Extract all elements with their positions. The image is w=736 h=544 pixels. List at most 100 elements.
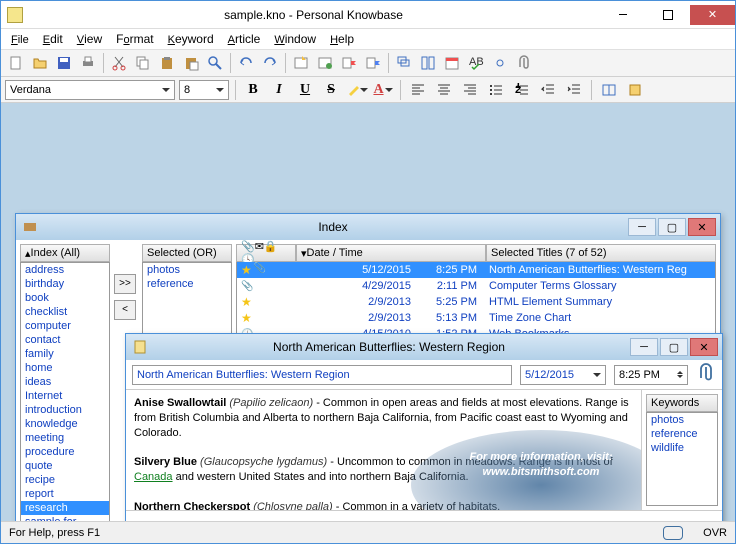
index-all-list[interactable]: addressbirthdaybookchecklistcomputercont…	[20, 262, 110, 521]
date-col-header[interactable]: ▾ Date / Time	[296, 244, 486, 262]
italic-button[interactable]: I	[268, 79, 290, 101]
menu-file[interactable]: File	[5, 30, 35, 48]
keyword-item[interactable]: ideas	[21, 375, 109, 389]
icon-col-header[interactable]: 📎✉🔒🕓	[236, 244, 296, 262]
insert-table-button[interactable]	[598, 79, 620, 101]
apply-keyword-icon[interactable]	[338, 52, 360, 74]
index-maximize-button[interactable]: ▢	[658, 218, 686, 236]
menu-window[interactable]: Window	[268, 30, 322, 48]
index-all-header[interactable]: ▴ Index (All)	[20, 244, 110, 262]
tile-icon[interactable]	[417, 52, 439, 74]
remove-keyword-button[interactable]: <	[114, 300, 136, 320]
index-titlebar[interactable]: Index ─ ▢ ✕	[16, 214, 720, 240]
article-keyword-item[interactable]: photos	[647, 413, 717, 427]
minimize-button[interactable]	[600, 5, 645, 25]
menu-format[interactable]: Format	[110, 30, 159, 48]
font-color-button[interactable]: A	[372, 79, 394, 101]
article-time-field[interactable]: 8:25 PM	[614, 365, 688, 385]
font-selector[interactable]: Verdana	[5, 80, 175, 100]
keyword-item[interactable]: book	[21, 291, 109, 305]
attach-icon[interactable]	[513, 52, 535, 74]
add-keyword-button[interactable]: >>	[114, 274, 136, 294]
insert-object-button[interactable]	[624, 79, 646, 101]
article-keyword-item[interactable]: wildlife	[647, 441, 717, 455]
align-right-button[interactable]	[459, 79, 481, 101]
menu-help[interactable]: Help	[324, 30, 360, 48]
highlight-button[interactable]	[346, 79, 368, 101]
article-date-field[interactable]: 5/12/2015	[520, 365, 606, 385]
index-minimize-button[interactable]: ─	[628, 218, 656, 236]
keyword-item[interactable]: introduction	[21, 403, 109, 417]
article-close-button[interactable]: ✕	[690, 338, 718, 356]
keyword-item[interactable]: home	[21, 361, 109, 375]
article-row[interactable]: ★2/9/20135:13 PMTime Zone Chart	[237, 310, 715, 326]
article-keyword-item[interactable]: reference	[647, 427, 717, 441]
keyword-item[interactable]: birthday	[21, 277, 109, 291]
attachment-icon[interactable]	[696, 363, 716, 386]
indent-button[interactable]	[563, 79, 585, 101]
title-col-header[interactable]: Selected Titles (7 of 52)	[486, 244, 716, 262]
keyword-item[interactable]: contact	[21, 333, 109, 347]
article-body[interactable]: Anise Swallowtail (Papilio zelicaon) - C…	[126, 390, 642, 510]
spell-icon[interactable]: ABC	[465, 52, 487, 74]
paste-icon[interactable]	[156, 52, 178, 74]
selected-keyword-item[interactable]: reference	[143, 277, 231, 291]
save-icon[interactable]	[53, 52, 75, 74]
link-icon[interactable]	[489, 52, 511, 74]
maximize-button[interactable]	[645, 5, 690, 25]
article-props-icon[interactable]	[314, 52, 336, 74]
article-titlebar[interactable]: North American Butterflies: Western Regi…	[126, 334, 722, 360]
paste-special-icon[interactable]	[180, 52, 202, 74]
menu-view[interactable]: View	[71, 30, 108, 48]
print-icon[interactable]	[77, 52, 99, 74]
menu-keyword[interactable]: Keyword	[162, 30, 220, 48]
font-size-selector[interactable]: 8	[179, 80, 229, 100]
align-left-button[interactable]	[407, 79, 429, 101]
keyword-item[interactable]: computer	[21, 319, 109, 333]
bullets-button[interactable]	[485, 79, 507, 101]
keyword-item[interactable]: report	[21, 487, 109, 501]
selected-keyword-item[interactable]: photos	[143, 263, 231, 277]
close-button[interactable]	[690, 5, 735, 25]
article-row[interactable]: 📎4/29/20152:11 PMComputer Terms Glossary	[237, 278, 715, 294]
cascade-icon[interactable]	[393, 52, 415, 74]
bold-button[interactable]: B	[242, 79, 264, 101]
keyword-item[interactable]: checklist	[21, 305, 109, 319]
keyword-item[interactable]: quote	[21, 459, 109, 473]
keyword-item[interactable]: family	[21, 347, 109, 361]
keyword-item[interactable]: meeting	[21, 431, 109, 445]
article-minimize-button[interactable]: ─	[630, 338, 658, 356]
article-row[interactable]: ★2/9/20135:25 PMHTML Element Summary	[237, 294, 715, 310]
date-icon[interactable]	[441, 52, 463, 74]
undo-icon[interactable]	[235, 52, 257, 74]
new-article-icon[interactable]	[290, 52, 312, 74]
menu-edit[interactable]: Edit	[37, 30, 69, 48]
new-icon[interactable]	[5, 52, 27, 74]
menu-article[interactable]: Article	[222, 30, 267, 48]
keyword-item[interactable]: recipe	[21, 473, 109, 487]
find-icon[interactable]	[204, 52, 226, 74]
keyword-item[interactable]: sample for	[21, 515, 109, 521]
article-keywords-list[interactable]: photosreferencewildlife	[646, 412, 718, 506]
article-row[interactable]: ★📎5/12/20158:25 PMNorth American Butterf…	[237, 262, 715, 278]
selected-header[interactable]: Selected (OR)	[142, 244, 232, 262]
open-icon[interactable]	[29, 52, 51, 74]
keyword-item[interactable]: research	[21, 501, 109, 515]
cut-icon[interactable]	[108, 52, 130, 74]
redo-icon[interactable]	[259, 52, 281, 74]
keyword-item[interactable]: knowledge	[21, 417, 109, 431]
outdent-button[interactable]	[537, 79, 559, 101]
align-center-button[interactable]	[433, 79, 455, 101]
remove-keyword-icon[interactable]	[362, 52, 384, 74]
article-maximize-button[interactable]: ▢	[660, 338, 688, 356]
strike-button[interactable]: S	[320, 79, 342, 101]
keyword-item[interactable]: address	[21, 263, 109, 277]
numbering-button[interactable]: 12	[511, 79, 533, 101]
keyword-item[interactable]: procedure	[21, 445, 109, 459]
underline-button[interactable]: U	[294, 79, 316, 101]
article-title-field[interactable]: North American Butterflies: Western Regi…	[132, 365, 512, 385]
keyword-item[interactable]: Internet	[21, 389, 109, 403]
attachments-bar[interactable]: aniseswallowtail.jpgsilveryblue.jpgnchec…	[126, 510, 722, 521]
copy-icon[interactable]	[132, 52, 154, 74]
index-close-button[interactable]: ✕	[688, 218, 716, 236]
